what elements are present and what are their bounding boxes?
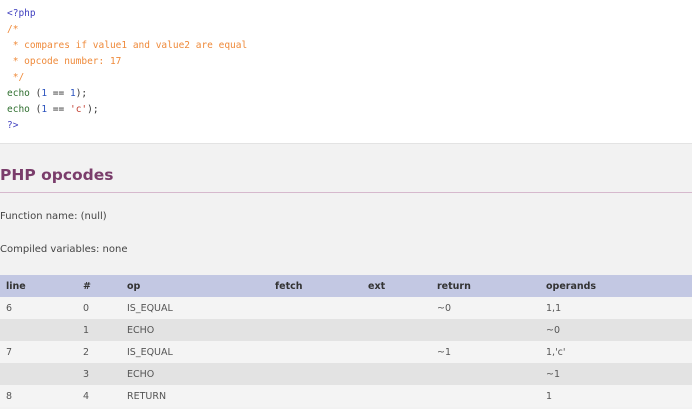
cell-operands: ~0 — [540, 319, 692, 341]
code-line: */ — [7, 70, 692, 86]
php-source-code-block: <?php /* * compares if value1 and value2 … — [0, 0, 692, 144]
cell-op: ECHO — [121, 319, 269, 341]
column-header-fetch: fetch — [269, 275, 362, 297]
cell-return — [431, 363, 540, 385]
cell-line — [0, 319, 77, 341]
table-row: 8 4 RETURN 1 — [0, 385, 692, 407]
column-header-ext: ext — [362, 275, 431, 297]
column-header-op: op — [121, 275, 269, 297]
title-divider — [0, 192, 692, 193]
code-token: ); — [75, 88, 88, 99]
code-token: /* — [7, 24, 19, 35]
cell-line — [0, 363, 77, 385]
cell-number: 2 — [77, 341, 121, 363]
column-header-line: line — [0, 275, 77, 297]
code-token: * opcode number: 17 — [7, 56, 122, 67]
compiled-variables-text: Compiled variables: none — [0, 244, 128, 255]
code-line: * compares if value1 and value2 are equa… — [7, 38, 692, 54]
code-token: ); — [87, 104, 99, 115]
code-token: == — [47, 88, 70, 99]
cell-op: IS_EQUAL — [121, 341, 269, 363]
cell-fetch — [269, 385, 362, 407]
cell-operands: 1,'c' — [540, 341, 692, 363]
code-line: <?php — [7, 6, 692, 22]
cell-ext — [362, 319, 431, 341]
cell-ext — [362, 363, 431, 385]
cell-number: 3 — [77, 363, 121, 385]
cell-fetch — [269, 341, 362, 363]
column-header-return: return — [431, 275, 540, 297]
code-token: echo — [7, 88, 30, 99]
code-line: /* — [7, 22, 692, 38]
cell-fetch — [269, 319, 362, 341]
cell-operands: ~1 — [540, 363, 692, 385]
cell-return: ~1 — [431, 341, 540, 363]
cell-ext — [362, 385, 431, 407]
cell-ext — [362, 297, 431, 319]
cell-fetch — [269, 297, 362, 319]
code-line: * opcode number: 17 — [7, 54, 692, 70]
cell-return — [431, 319, 540, 341]
code-line: echo (1 == 1); — [7, 86, 692, 102]
function-name-text: Function name: (null) — [0, 211, 107, 222]
cell-number: 1 — [77, 319, 121, 341]
table-row: 1 ECHO ~0 — [0, 319, 692, 341]
code-token: ( — [29, 104, 42, 115]
code-token: ( — [29, 88, 42, 99]
cell-fetch — [269, 363, 362, 385]
code-token: 'c' — [69, 104, 88, 115]
table-row: 7 2 IS_EQUAL ~1 1,'c' — [0, 341, 692, 363]
cell-line: 6 — [0, 297, 77, 319]
code-token: echo — [7, 104, 30, 115]
column-header-number: # — [77, 275, 121, 297]
table-row: 3 ECHO ~1 — [0, 363, 692, 385]
cell-return — [431, 385, 540, 407]
table-row: 6 0 IS_EQUAL ~0 1,1 — [0, 297, 692, 319]
code-token: ?> — [7, 120, 19, 131]
cell-ext — [362, 341, 431, 363]
cell-operands: 1 — [540, 385, 692, 407]
cell-line: 7 — [0, 341, 77, 363]
code-token: <?php — [7, 8, 36, 19]
code-line: echo (1 == 'c'); — [7, 102, 692, 118]
cell-op: ECHO — [121, 363, 269, 385]
table-header-row: line # op fetch ext return operands — [0, 275, 692, 297]
cell-return: ~0 — [431, 297, 540, 319]
cell-operands: 1,1 — [540, 297, 692, 319]
cell-op: IS_EQUAL — [121, 297, 269, 319]
opcodes-table: line # op fetch ext return operands 6 0 IS… — [0, 275, 692, 407]
code-line: ?> — [7, 118, 692, 134]
section-title: PHP opcodes — [0, 166, 114, 184]
column-header-operands: operands — [540, 275, 692, 297]
cell-number: 0 — [77, 297, 121, 319]
code-token: * compares if value1 and value2 are equa… — [7, 40, 248, 51]
cell-number: 4 — [77, 385, 121, 407]
code-token: == — [47, 104, 70, 115]
cell-line: 8 — [0, 385, 77, 407]
cell-op: RETURN — [121, 385, 269, 407]
code-token: */ — [7, 72, 25, 83]
